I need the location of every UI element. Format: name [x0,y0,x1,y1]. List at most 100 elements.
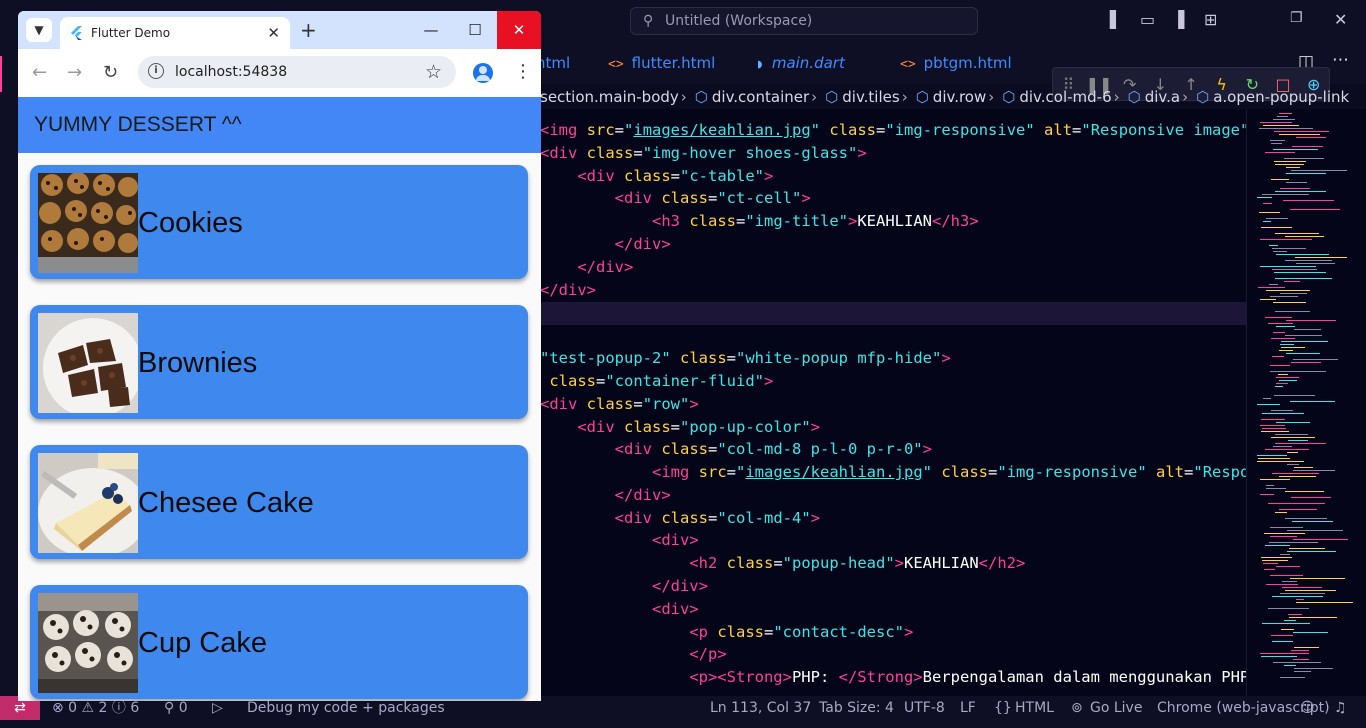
dessert-card[interactable]: Cup Cake [30,585,528,699]
toggle-secondary-sidebar-icon[interactable]: ▐ [1172,10,1184,29]
minimap-line [1269,284,1278,285]
minimap-line [1284,665,1296,666]
minimap-line [1271,410,1293,411]
encoding[interactable]: UTF-8 [904,696,945,720]
dessert-name: Brownies [138,347,258,379]
breadcrumb-item[interactable]: a.open-popup-link [1213,88,1349,106]
minimap-line [1282,581,1297,582]
address-bar[interactable]: i localhost:54838 ☆ [138,56,456,88]
tab-flutter-html[interactable]: <> flutter.html [608,42,715,84]
url-text[interactable]: localhost:54838 [175,56,287,88]
minimap-line [1257,461,1304,462]
close-window-icon[interactable]: ✕ [1334,10,1347,29]
tab-html[interactable]: html [536,42,570,84]
minimap-line [1286,167,1300,168]
tab-size[interactable]: Tab Size: 4 [819,696,894,720]
minimap-line [1276,422,1310,423]
breadcrumb-item[interactable]: div.row [933,88,986,106]
code-line: <div class="img-hover shoes-glass"> [540,144,867,162]
go-live-button[interactable]: Go Live [1090,696,1142,720]
dessert-card[interactable]: Cookies [30,165,528,279]
toggle-panel-icon[interactable]: ▭ [1140,10,1155,29]
new-tab-icon[interactable]: + [300,19,317,41]
minimap-line [1260,425,1285,426]
profile-avatar-icon[interactable] [473,63,493,83]
minimap-line [1261,656,1297,657]
search-icon: ⚲ [643,13,654,29]
browser-tab[interactable]: Flutter Demo ✕ [60,17,290,49]
minimap-line [1259,128,1313,129]
minimap-line [1269,542,1318,543]
code-line: </div> [614,486,671,504]
dessert-name: Cookies [138,207,243,239]
minimap-line [1291,170,1347,171]
more-menu-icon[interactable]: ⋮ [514,62,532,82]
restore-window-icon[interactable]: ❐ [1290,10,1303,26]
minimap-line [1281,341,1328,342]
feedback-icon[interactable]: ☺ [1300,696,1315,720]
minimap-line [1284,158,1324,159]
minimap-line [1276,254,1329,255]
cursor-position[interactable]: Ln 113, Col 37 [710,696,811,720]
breadcrumb-item[interactable]: div.col-md-6 [1019,88,1111,106]
minimap-line [1280,188,1310,189]
back-icon[interactable]: ← [32,63,47,83]
forward-icon[interactable]: → [67,63,82,83]
notifications-icon[interactable]: ♫ [1334,696,1347,720]
minimap-line [1276,383,1288,384]
minimap-line [1278,374,1288,375]
breadcrumb-item[interactable]: section.main-body [540,88,679,106]
tab-search-button[interactable]: ▼ [26,18,52,42]
minimap-line [1270,575,1303,576]
html-file-icon: <> [900,57,916,72]
dessert-name: Cup Cake [138,627,267,659]
customize-layout-icon[interactable]: ⊞ [1204,10,1217,29]
tab-main-dart[interactable]: ◗ main.dart [756,42,845,84]
minimap-line [1261,227,1292,228]
code-line: </div> [651,577,708,595]
dessert-card[interactable]: Brownies [30,305,528,419]
minimap-line [1264,569,1275,570]
code-line: </div> [577,258,634,276]
command-center-search[interactable]: ⚲ Untitled (Workspace) [630,7,978,35]
minimap-line [1262,194,1309,195]
maximize-icon[interactable]: ☐ [453,11,497,49]
tab-pbtgm-html[interactable]: <> pbtgm.html [900,42,1012,84]
close-tab-icon[interactable]: ✕ [267,17,280,49]
minimap-line [1260,653,1309,654]
html-file-icon: <> [608,57,624,72]
code-editor[interactable]: <img src="images/keahlian.jpg" class="im… [540,109,1246,696]
more-actions-icon[interactable]: ⋯ [1332,50,1349,70]
minimap-line [1285,335,1322,336]
breadcrumb-item[interactable]: div.container [712,88,809,106]
end-of-line[interactable]: LF [960,696,976,720]
site-info-icon[interactable]: i [148,63,164,79]
minimap-line [1275,311,1310,312]
dessert-card[interactable]: Chesee Cake [30,445,528,559]
close-window-button[interactable]: ✕ [497,11,541,49]
breadcrumb-item[interactable]: div.a [1145,88,1180,106]
minimap[interactable] [1246,109,1366,696]
minimap-line [1273,149,1318,150]
code-line: "test-popup-2" class="white-popup mfp-hi… [540,349,951,367]
minimap-line [1272,596,1323,597]
minimap-line [1294,671,1311,672]
minimap-line [1279,350,1293,351]
minimap-line [1263,398,1271,399]
code-line: </div> [540,281,596,299]
minimap-line [1273,302,1306,303]
bookmark-star-icon[interactable]: ☆ [425,56,442,88]
minimap-line [1272,248,1306,249]
reload-icon[interactable]: ↻ [103,63,118,83]
breadcrumb-item[interactable]: div.tiles [842,88,899,106]
chrome-toolbar: ← → ↻ i localhost:54838 ☆ ⋮ [18,49,541,97]
minimap-line [1275,164,1304,165]
toggle-primary-sidebar-icon[interactable]: ▌ [1110,10,1122,29]
app-title: YUMMY DESSERT ^^ [34,113,242,136]
minimap-line [1275,512,1287,513]
code-line: <p><Strong>PHP: </Strong>Berpengalaman d… [689,668,1246,686]
language-mode[interactable]: HTML [1015,696,1054,720]
minimap-line [1274,161,1306,162]
minimap-line [1272,641,1293,642]
minimize-icon[interactable]: — [409,11,453,49]
